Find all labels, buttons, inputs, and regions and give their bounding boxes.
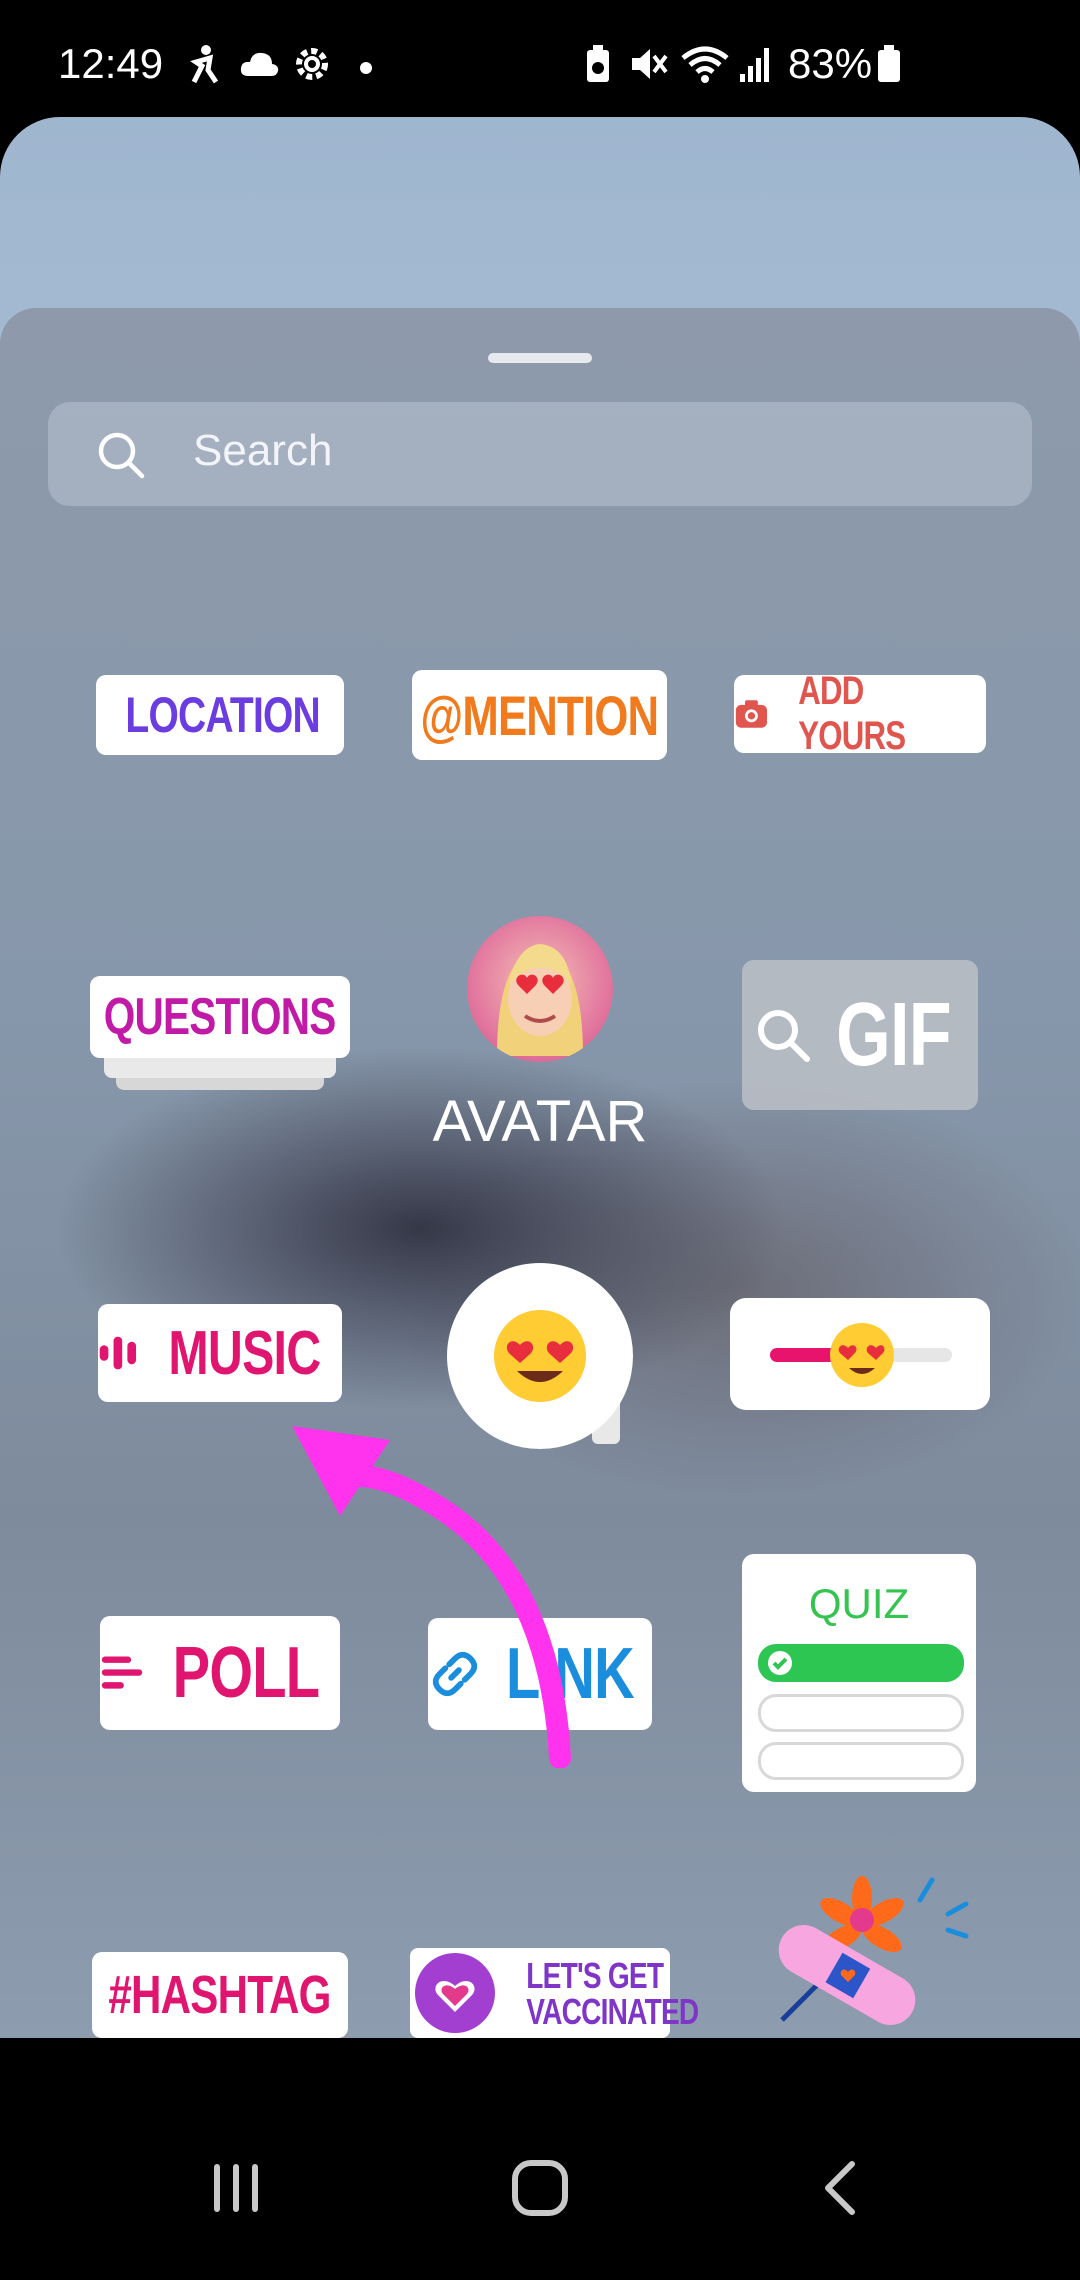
wifi-icon [681,46,729,83]
home-icon[interactable] [510,2158,570,2218]
lets-get-vaccinated-sticker[interactable]: LET'S GET VACCINATED [410,1948,699,2038]
search-icon [98,432,145,479]
sticker-sheet: Search LOCATION @MENTION ADD YOURS QUEST… [0,308,1080,2038]
avatar-label: AVATAR [432,1089,648,1154]
navigation-bar [0,2038,1080,2280]
battery-icon [878,45,900,82]
accessibility-icon [190,45,219,84]
questions-label: QUESTIONS [104,988,337,1046]
quiz-option-2 [758,1694,964,1732]
poll-lines-icon [101,1656,143,1689]
sheet-drag-handle[interactable] [488,353,592,363]
battery-saver-icon [587,45,609,82]
avatar-face-icon [497,944,583,1056]
check-icon [768,1651,792,1675]
gif-search-icon [757,1010,810,1062]
mention-label: @MENTION [420,683,660,747]
cloud-icon [240,52,279,76]
add-yours-label: ADD YOURS [798,669,906,758]
vaccinated-line1: LET'S GET [526,1955,664,1996]
questions-sticker[interactable]: QUESTIONS [90,976,350,1116]
gif-sticker[interactable]: GIF [742,960,978,1110]
quiz-sticker[interactable]: QUIZ [742,1554,976,1792]
status-time: 12:49 [58,40,164,87]
quiz-label: QUIZ [808,1580,910,1627]
settings-icon [296,48,328,80]
camera-icon [735,700,768,728]
hashtag-sticker[interactable]: #HASHTAG [92,1952,348,2038]
back-icon[interactable] [812,2158,872,2218]
quiz-option-correct [758,1644,964,1682]
vaccinated-line2: VACCINATED [526,1991,699,2032]
bandage-flower-sticker[interactable] [752,1860,982,2030]
battery-percent: 83% [788,40,873,87]
music-bars-icon [99,1336,137,1370]
gif-label: GIF [835,984,951,1085]
avatar-sticker[interactable] [467,916,613,1062]
mention-sticker[interactable]: @MENTION [412,670,667,760]
add-yours-sticker[interactable]: ADD YOURS [734,669,986,758]
emoji-slider-graphic [770,1323,952,1387]
status-bar: 12:49 83% [0,0,1080,120]
search-placeholder: Search [193,426,333,475]
annotation-arrow [292,1426,571,1768]
mute-icon [632,49,668,79]
emoji-slider-sticker[interactable] [730,1298,990,1410]
hashtag-label: #HASHTAG [108,1965,332,2025]
heart-arm-icon [415,1953,495,2033]
search-input[interactable]: Search [48,402,1032,506]
quiz-option-3 [758,1742,964,1780]
location-label: LOCATION [125,687,321,743]
dot-icon [360,62,372,74]
questions-card: QUESTIONS [90,976,350,1058]
location-sticker[interactable]: LOCATION [96,675,344,755]
signal-icon [740,48,769,82]
recent-apps-icon[interactable] [206,2158,266,2218]
